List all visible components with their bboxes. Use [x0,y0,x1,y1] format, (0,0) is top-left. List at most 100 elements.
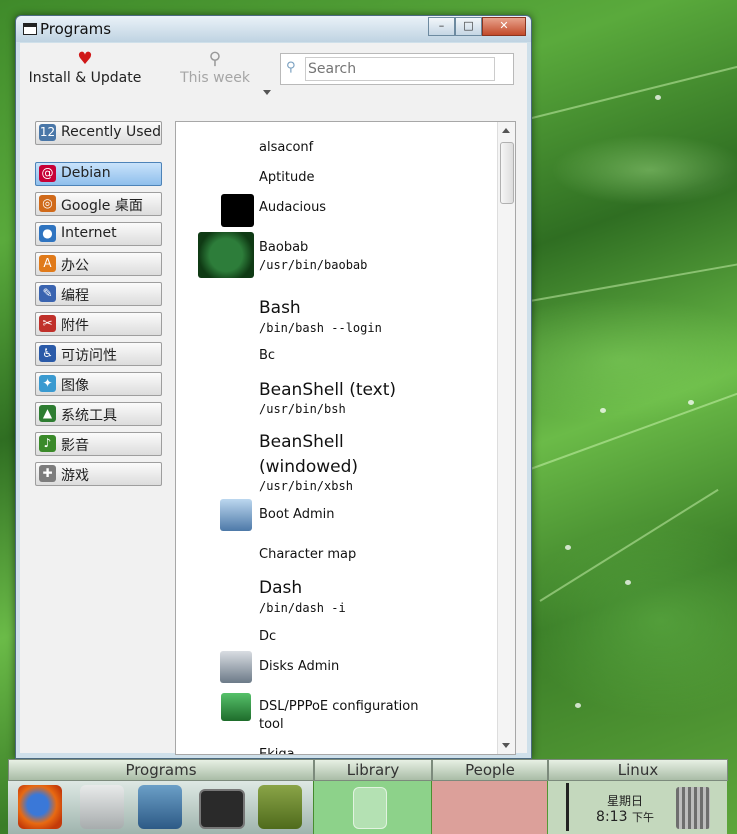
document-icon[interactable] [353,787,387,829]
programs-window: Programs – □ ✕ ♥ Install & Update ⚲ This… [15,15,532,759]
calendar-icon: 12 [39,124,56,141]
water-drop [688,400,694,405]
image-folder-icon[interactable] [138,785,182,829]
category-item[interactable]: ♿ 可访问性 [35,342,162,366]
search-input[interactable] [305,57,495,81]
maximize-button[interactable]: □ [455,17,482,36]
panel-divider [566,783,569,831]
category-item[interactable]: A 办公 [35,252,162,276]
accessories-icon: ✂ [39,315,56,332]
program-command: /usr/bin/bsh [259,402,346,416]
program-item[interactable]: Disks Admin [176,651,496,689]
scrollbar-thumb[interactable] [500,142,514,204]
minimize-button[interactable]: – [428,17,455,36]
tab-people[interactable]: People [432,759,548,781]
program-name: Disks Admin [259,659,340,674]
vertical-scrollbar[interactable] [497,122,515,754]
program-name: Dc [259,629,277,644]
clock: 星期日 8:13 下午 [590,792,660,825]
grass-blade [519,64,737,122]
people-panel [432,780,547,834]
program-item[interactable]: Ekiga [176,747,496,754]
magnifier-icon: ⚲ [208,49,222,69]
program-item[interactable]: Audacious [176,194,496,230]
program-name: Baobab [259,240,309,255]
toolbar: ♥ Install & Update ⚲ This week ⚲ [20,43,527,103]
program-item[interactable]: BeanShell (windowed) /usr/bin/xbsh [176,432,496,493]
title-bar[interactable]: Programs – □ ✕ [16,16,531,42]
program-name: Dash [259,578,303,598]
category-item[interactable]: 12 Recently Used [35,121,162,145]
globe-icon: ● [39,225,56,242]
category-item[interactable]: ♪ 影音 [35,432,162,456]
category-item[interactable]: ▲ 系统工具 [35,402,162,426]
program-item[interactable]: DSL/PPPoE configuration tool [176,693,496,732]
dropdown-arrow-icon[interactable] [263,90,271,95]
category-label: 图像 [61,378,89,394]
category-label: 附件 [61,318,89,334]
this-week-label: This week [180,70,250,86]
program-item[interactable]: Dash/bin/dash -i [176,578,496,615]
programming-icon: ✎ [39,285,56,302]
scroll-up-arrow-icon[interactable] [502,128,510,133]
category-label: 可访问性 [61,348,117,364]
water-drop [575,703,581,708]
tab-linux[interactable]: Linux [548,759,728,781]
category-item[interactable]: ● Internet [35,222,162,246]
category-item[interactable]: ✦ 图像 [35,372,162,396]
program-item[interactable]: Character map [176,547,496,577]
program-name: Audacious [259,200,327,215]
trash-icon[interactable] [676,787,710,829]
program-item[interactable]: Baobab/usr/bin/baobab [176,232,496,278]
window-title: Programs [40,20,112,38]
program-name: DSL/PPPoE configuration [259,699,419,714]
category-item[interactable]: ◎ Google 桌面 [35,192,162,216]
disks-admin-icon [220,651,252,683]
program-item[interactable]: Bc [176,348,496,378]
books-icon[interactable] [258,785,302,829]
program-name: alsaconf [259,140,314,155]
program-name-continued: tool [259,717,284,732]
scroll-down-arrow-icon[interactable] [502,743,510,748]
program-command: /usr/bin/baobab [259,258,368,272]
search-icon: ⚲ [286,60,296,75]
category-item[interactable]: ✂ 附件 [35,312,162,336]
clock-ampm: 下午 [631,811,654,824]
program-command: /bin/bash --login [259,321,382,335]
google-desktop-icon: ◎ [39,195,56,212]
accessibility-icon: ♿ [39,345,56,362]
grass-blade [524,391,737,472]
category-item[interactable]: ✎ 编程 [35,282,162,306]
water-drop [600,408,606,413]
tab-library[interactable]: Library [314,759,432,781]
taskbar: Programs Library People Linux 星期日 8:13 下… [0,757,737,834]
category-label: 影音 [61,438,89,454]
category-label: 系统工具 [61,408,117,424]
debian-swirl-icon: @ [39,165,56,182]
program-item[interactable]: alsaconf [176,140,496,170]
category-label: 办公 [61,258,89,274]
tab-programs[interactable]: Programs [8,759,314,781]
clock-day: 星期日 [606,794,643,808]
close-button[interactable]: ✕ [482,17,526,36]
window-icon [23,23,37,35]
program-item[interactable]: Boot Admin [176,499,496,537]
audacious-icon [221,194,254,227]
firefox-icon[interactable] [18,785,62,829]
file-cabinet-icon[interactable] [80,785,124,829]
multimedia-icon: ♪ [39,435,56,452]
category-item[interactable]: ✚ 游戏 [35,462,162,486]
program-name: Bash [259,298,301,318]
this-week-button[interactable]: ⚲ This week [170,49,260,86]
system-tools-icon: ▲ [39,405,56,422]
program-command: /usr/bin/xbsh [259,479,353,493]
program-command: /bin/dash -i [259,601,346,615]
program-item[interactable]: Bash/bin/bash --login [176,298,496,335]
office-icon: A [39,255,56,272]
category-item[interactable]: @ Debian [35,162,162,186]
water-drop [565,545,571,550]
install-update-button[interactable]: ♥ Install & Update [26,49,144,86]
category-list: 12 Recently Used @ Debian ◎ Google 桌面 ● Interne… [34,121,165,753]
window-icon[interactable] [199,789,245,829]
program-item[interactable]: BeanShell (text) /usr/bin/bsh [176,380,496,416]
